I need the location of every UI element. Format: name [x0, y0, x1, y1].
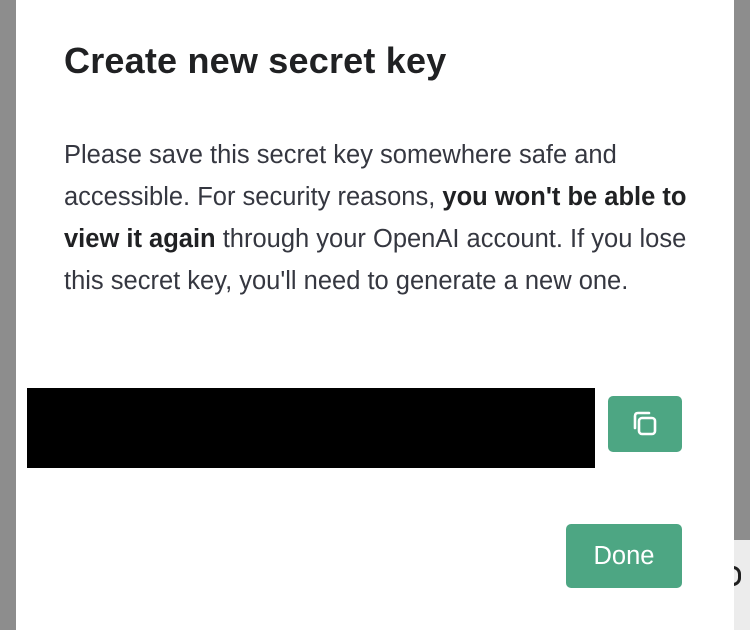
dialog-title: Create new secret key [64, 40, 447, 81]
create-secret-key-dialog: Create new secret key Please save this s… [16, 0, 734, 630]
secret-key-field-redacted[interactable] [27, 388, 595, 468]
modal-backdrop[interactable] [734, 0, 750, 630]
dialog-description: Please save this secret key somewhere sa… [64, 134, 694, 302]
copy-icon [633, 411, 657, 436]
done-button[interactable]: Done [566, 524, 682, 588]
copy-key-button[interactable] [608, 396, 682, 452]
